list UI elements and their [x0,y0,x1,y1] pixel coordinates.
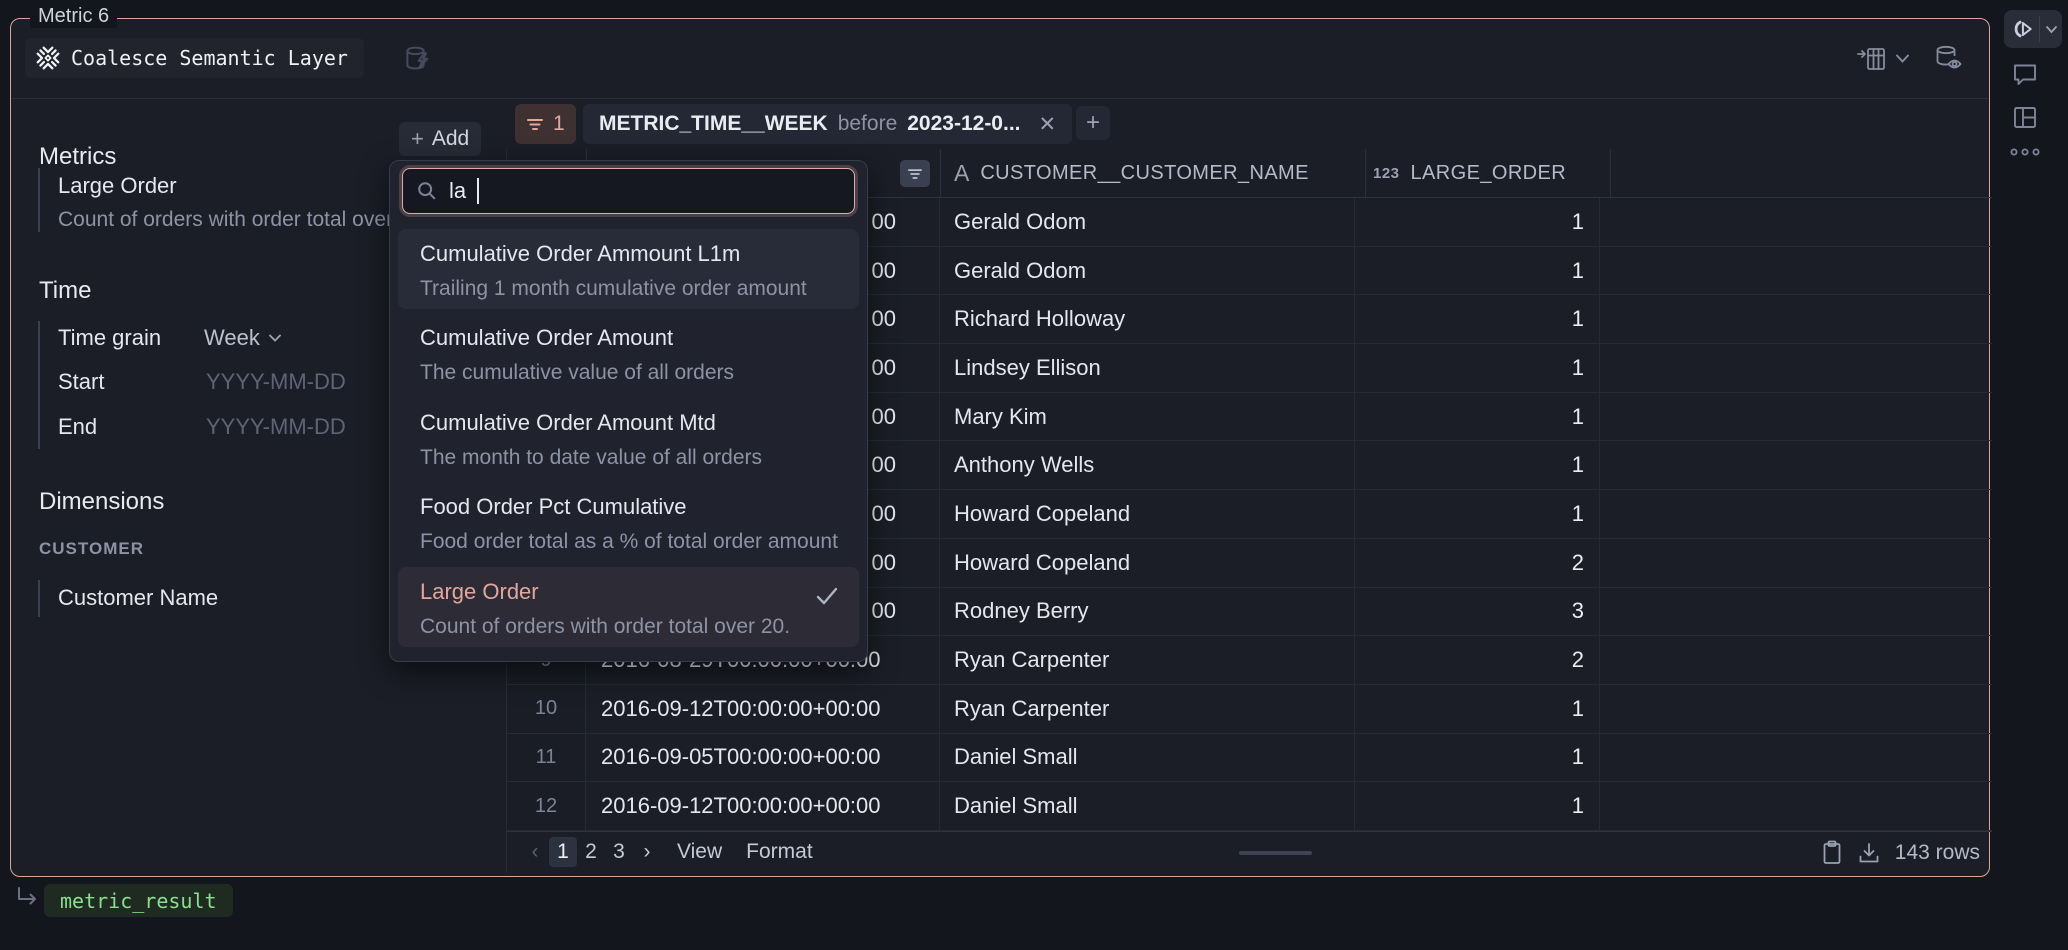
filter-field: METRIC_TIME__WEEK [599,112,828,136]
text-cursor [477,178,479,204]
column-header-customer-name[interactable]: A CUSTOMER__CUSTOMER_NAME [954,149,1309,198]
metric-item-title[interactable]: Large Order [58,173,177,199]
plus-icon: + [411,126,424,152]
more-options-icon[interactable] [2008,146,2042,158]
search-icon [416,180,438,202]
database-eye-icon[interactable] [1933,44,1965,72]
check-icon [813,583,841,609]
header-divider [11,98,1989,99]
layout-icon[interactable] [2012,105,2038,130]
filter-count: 1 [553,112,565,136]
table-row[interactable]: 11 2016-09-05T00:00:00+00:00 Daniel Smal… [507,734,1992,783]
metric-item-description: Count of orders with order total over 20… [58,208,428,232]
metric-option[interactable]: Cumulative Order Amount The cumulative v… [398,313,859,393]
view-button[interactable]: View [677,840,722,864]
dimension-item-indicator [38,580,40,617]
insert-table-icon[interactable] [1856,46,1886,72]
metric-item-indicator [38,168,40,232]
metric-option[interactable]: Food Order Pct Cumulative Food order tot… [398,482,859,562]
coalesce-logo-icon [35,45,61,71]
add-metric-button[interactable]: + Add [399,122,481,156]
filter-value: 2023-12-0... [907,112,1020,136]
filter-icon [526,116,544,132]
prev-page-button[interactable]: ‹ [521,837,549,867]
run-cell-group [2004,10,2062,48]
search-query: la [449,178,466,204]
download-icon[interactable] [1857,841,1881,865]
table-footer: ‹ 1 2 3 › View Format [507,831,1992,872]
metric-option-selected[interactable]: Large Order Count of orders with order t… [398,567,859,647]
add-filter-button[interactable]: + [1076,106,1110,140]
metrics-heading: Metrics [39,143,116,171]
output-variable: metric_result [44,884,233,917]
metric-cell: Coalesce Semantic Layer [10,18,1990,877]
next-page-button[interactable]: › [633,837,661,867]
time-grain-value: Week [204,325,260,351]
table-row[interactable]: 10 2016-09-12T00:00:00+00:00 Ryan Carpen… [507,685,1992,734]
chevron-down-icon [268,333,282,343]
start-label: Start [58,369,104,395]
page-button-1[interactable]: 1 [549,837,577,867]
metric-search-dropdown: la Cumulative Order Ammount L1m Trailing… [389,160,868,662]
format-button[interactable]: Format [746,840,813,864]
dimensions-heading: Dimensions [39,488,164,516]
return-arrow-icon [14,884,40,910]
row-count: 143 rows [1895,841,1980,865]
time-heading: Time [39,277,91,305]
run-cell-button[interactable] [2004,10,2039,48]
metric-search-input[interactable]: la [402,168,855,214]
time-grain-select[interactable]: Week [204,325,282,351]
comment-icon[interactable] [2012,62,2038,87]
dimension-group-label: CUSTOMER [39,539,144,559]
source-chip[interactable]: Coalesce Semantic Layer [25,38,364,78]
time-section-indicator [38,321,40,449]
database-lightning-icon [403,44,433,74]
column-header-large-order[interactable]: 123 LARGE_ORDER [1373,149,1566,198]
page-button-3[interactable]: 3 [605,837,633,867]
string-type-icon: A [954,160,969,187]
table-row[interactable]: 12 2016-09-12T00:00:00+00:00 Daniel Smal… [507,782,1992,831]
chevron-down-icon[interactable] [1895,53,1910,64]
filter-operator: before [838,112,898,136]
clipboard-icon[interactable] [1821,840,1843,866]
page-button-2[interactable]: 2 [577,837,605,867]
add-metric-label: Add [432,127,469,151]
start-date-input[interactable]: YYYY-MM-DD [206,369,346,395]
end-date-input[interactable]: YYYY-MM-DD [206,414,346,440]
number-type-icon: 123 [1373,165,1400,182]
notebook-page: Coalesce Semantic Layer [0,0,2068,950]
source-label: Coalesce Semantic Layer [71,46,348,70]
cell-label: Metric 6 [30,5,117,28]
metric-option[interactable]: Cumulative Order Amount Mtd The month to… [398,398,859,478]
run-options-button[interactable] [2040,10,2062,48]
run-icon [2011,18,2033,40]
filter-count-chip[interactable]: 1 [515,104,576,144]
plus-icon: + [1086,109,1100,137]
filter-pill[interactable]: METRIC_TIME__WEEK before 2023-12-0... ✕ [583,104,1072,144]
dimension-item[interactable]: Customer Name [58,585,218,611]
end-label: End [58,414,97,440]
time-grain-label: Time grain [58,325,161,351]
chevron-down-icon [2045,25,2058,34]
metric-option[interactable]: Cumulative Order Ammount L1m Trailing 1 … [398,229,859,309]
close-icon[interactable]: ✕ [1039,112,1057,137]
horizontal-scrollbar[interactable] [1239,851,1312,855]
column-filter-button[interactable] [900,160,930,187]
